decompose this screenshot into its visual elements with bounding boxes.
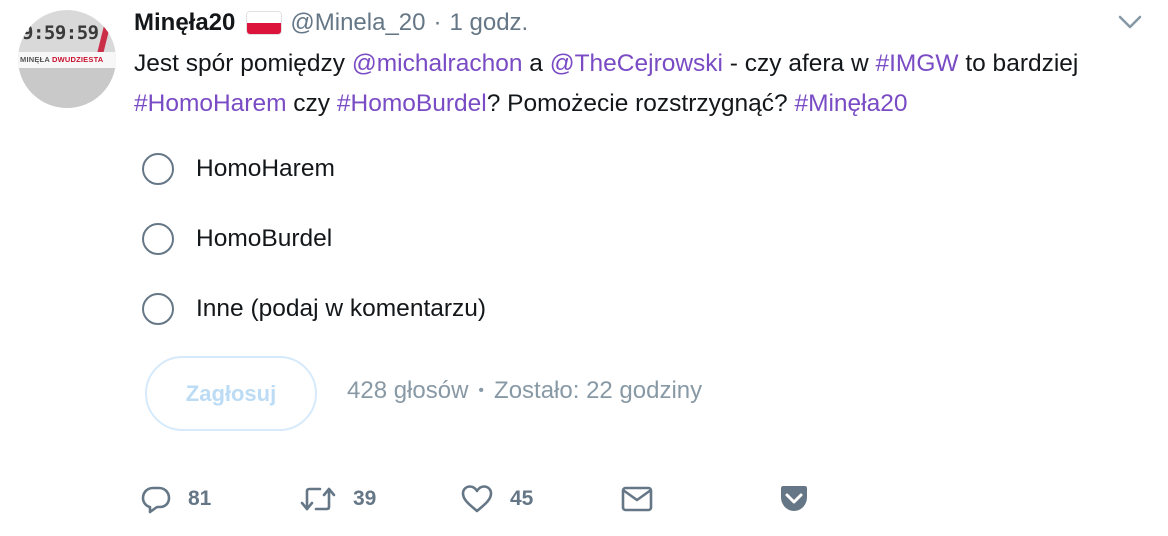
reply-icon [140, 483, 172, 515]
like-button[interactable]: 45 [460, 476, 533, 522]
chevron-down-icon[interactable] [1117, 12, 1143, 32]
display-name[interactable]: Minęła20 [134, 9, 235, 37]
retweet-button[interactable]: 39 [299, 476, 376, 522]
poll-time-remaining: Zostało: 22 godziny [494, 377, 703, 404]
header-separator: · [433, 9, 442, 36]
tweet-text-segment: ? Pomożecie rozstrzygnąć? [486, 90, 795, 117]
mention-link[interactable]: @michalrachon [352, 50, 523, 77]
direct-message-button[interactable] [621, 476, 653, 522]
avatar[interactable]: 9:59:59 MINĘŁA DWUDZIESTA [18, 10, 116, 108]
avatar-image: 9:59:59 MINĘŁA DWUDZIESTA [18, 10, 116, 108]
tweet-text-segment: to bardziej [958, 50, 1079, 77]
avatar-band-text-b: DWUDZIESTA [51, 55, 104, 64]
tweet-text-segment: czy [286, 90, 337, 117]
hashtag-link[interactable]: #IMGW [875, 50, 958, 77]
vote-button[interactable]: Zagłosuj [145, 356, 317, 431]
poland-flag-icon [247, 12, 282, 34]
avatar-band-text-a: MINĘŁA [20, 55, 50, 64]
tweet-header: Minęła20 @Minela_20 · 1 godz. [134, 8, 528, 38]
radio-button[interactable] [142, 293, 174, 325]
poll-option[interactable]: HomoHarem [142, 151, 335, 187]
tweet-text-segment: Jest spór pomiędzy [134, 50, 352, 77]
pocket-button[interactable] [779, 476, 809, 522]
hashtag-link[interactable]: #HomoBurdel [337, 90, 487, 117]
poll-option[interactable]: Inne (podaj w komentarzu) [142, 291, 486, 327]
hashtag-link[interactable]: #Minęła20 [794, 90, 907, 117]
tweet-actions: 81 39 45 [0, 476, 1168, 522]
poll-option-label: HomoBurdel [196, 225, 333, 252]
reply-button[interactable]: 81 [140, 476, 211, 522]
message-icon [621, 485, 653, 513]
radio-button[interactable] [142, 153, 174, 185]
poll-meta-separator: • [478, 382, 485, 399]
retweet-icon [299, 483, 337, 515]
avatar-band-text: MINĘŁA DWUDZIESTA [20, 55, 103, 64]
retweet-count: 39 [353, 487, 377, 510]
tweet-text-segment: - czy afera w [723, 50, 876, 77]
like-icon [460, 483, 494, 515]
poll-option[interactable]: HomoBurdel [142, 221, 332, 257]
tweet-text: Jest spór pomiędzy @michalrachon a @TheC… [134, 44, 1144, 124]
avatar-red-stroke [97, 13, 113, 55]
reply-count: 81 [188, 487, 212, 510]
poll-option-label: HomoHarem [196, 155, 335, 182]
like-count: 45 [510, 487, 534, 510]
poll-votes-count: 428 głosów [347, 377, 469, 404]
hashtag-link[interactable]: #HomoHarem [134, 90, 287, 117]
pocket-icon [779, 485, 809, 513]
avatar-bottom [18, 68, 116, 108]
radio-button[interactable] [142, 223, 174, 255]
poll-option-label: Inne (podaj w komentarzu) [196, 295, 487, 322]
user-handle[interactable]: @Minela_20 [290, 9, 425, 37]
tweet-time[interactable]: 1 godz. [450, 9, 529, 37]
mention-link[interactable]: @TheCejrowski [550, 50, 723, 77]
poll-meta: 428 głosów • Zostało: 22 godziny [347, 374, 702, 408]
avatar-clock-text: 9:59:59 [22, 22, 99, 44]
tweet-text-segment: a [522, 50, 550, 77]
